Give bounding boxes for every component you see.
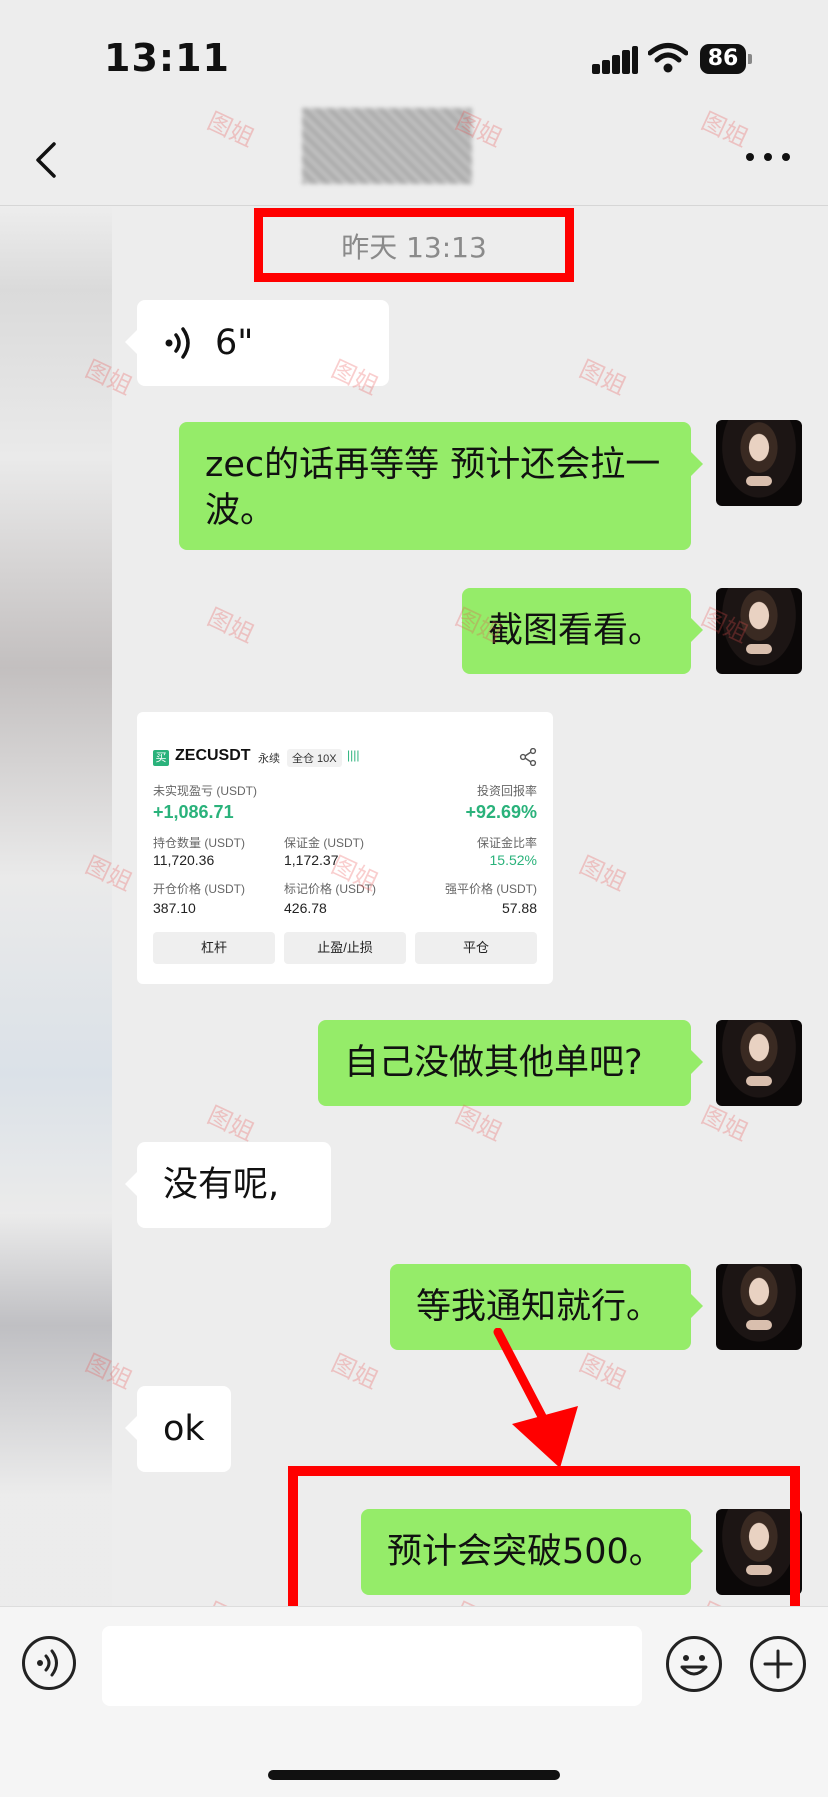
mark-price-label: 标记价格 (USDT) (284, 882, 376, 896)
watermark: 图姐 (203, 1100, 259, 1147)
more-dots-icon[interactable] (746, 150, 790, 164)
unrealized-pnl-value: +1,086.71 (153, 802, 234, 822)
symbol: ZECUSDT (175, 747, 251, 764)
share-icon (519, 748, 537, 766)
cellular-signal-icon (592, 46, 638, 74)
margin-ratio-value: 15.52% (489, 852, 537, 868)
close-position-button: 平仓 (415, 932, 537, 964)
message-text: 截图看看。 (488, 611, 664, 651)
watermark: 图姐 (327, 1348, 383, 1395)
emoji-icon[interactable] (666, 1636, 722, 1692)
position-size-label: 持仓数量 (USDT) (153, 836, 245, 850)
image-message-screenshot[interactable]: 买 ZECUSDT 永续 全仓 10X |||| 未实现盈亏 (USDT) +1… (137, 712, 553, 984)
roi-value: +92.69% (465, 802, 537, 822)
entry-price-label: 开仓价格 (USDT) (153, 882, 245, 896)
leverage-button: 杠杆 (153, 932, 275, 964)
plus-icon[interactable] (750, 1636, 806, 1692)
roi-label: 投资回报率 (476, 784, 537, 798)
message-bubble-incoming[interactable]: 没有呢, (125, 1142, 331, 1228)
message-bubble-outgoing[interactable]: zec的话再等等 预计还会拉一波。 (179, 422, 703, 550)
avatar[interactable] (716, 1020, 802, 1106)
liquidation-price-label: 强平价格 (USDT) (445, 882, 537, 896)
avatar[interactable] (716, 420, 802, 506)
battery-indicator: 86 (700, 44, 752, 74)
status-time: 13:11 (104, 36, 230, 80)
message-text: zec的话再等等 预计还会拉一波。 (205, 445, 661, 531)
unrealized-pnl-label: 未实现盈亏 (USDT) (153, 784, 257, 798)
voice-duration: 6" (215, 323, 254, 363)
message-timestamp: 昨天 13:13 (341, 231, 487, 264)
chevron-left-icon[interactable] (34, 142, 58, 178)
avatar[interactable] (716, 1264, 802, 1350)
red-arrow-annotation (493, 1328, 578, 1468)
battery-level: 86 (700, 44, 746, 74)
watermark: 图姐 (575, 1348, 631, 1395)
background-texture (0, 206, 112, 1606)
chat-title-redacted (302, 108, 472, 184)
watermark: 图姐 (575, 850, 631, 897)
margin-value: 1,172.37 (284, 852, 339, 868)
position-size-value: 11,720.36 (153, 852, 215, 868)
message-bubble-outgoing[interactable]: 自己没做其他单吧? (318, 1020, 703, 1106)
activity-bars: |||| (347, 748, 360, 762)
tp-sl-button: 止盈/止损 (284, 932, 406, 964)
entry-price-value: 387.10 (153, 900, 196, 916)
message-input[interactable] (102, 1626, 642, 1706)
watermark: 图姐 (575, 354, 631, 401)
buy-tag: 买 (153, 750, 169, 766)
contract-type: 永续 (258, 753, 280, 765)
message-text: 没有呢, (163, 1165, 280, 1205)
mark-price-value: 426.78 (284, 900, 327, 916)
watermark: 图姐 (203, 602, 259, 649)
margin-ratio-label: 保证金比率 (476, 836, 537, 850)
margin-label: 保证金 (USDT) (284, 836, 364, 850)
liquidation-price-value: 57.88 (501, 900, 537, 916)
message-bubble-incoming[interactable]: ok (125, 1386, 231, 1472)
message-text: 自己没做其他单吧? (344, 1043, 643, 1083)
voice-message-bubble[interactable]: 6" (125, 300, 389, 386)
avatar[interactable] (716, 588, 802, 674)
voice-wave-icon (165, 327, 190, 359)
voice-toggle-icon[interactable] (22, 1636, 76, 1690)
margin-mode-pill: 全仓 10X (287, 749, 342, 767)
wifi-icon (648, 43, 688, 73)
home-indicator (268, 1770, 560, 1780)
message-text: ok (163, 1409, 205, 1449)
message-bubble-outgoing[interactable]: 截图看看。 (462, 588, 703, 674)
message-text: 等我通知就行。 (416, 1287, 662, 1327)
header-divider (0, 205, 828, 206)
